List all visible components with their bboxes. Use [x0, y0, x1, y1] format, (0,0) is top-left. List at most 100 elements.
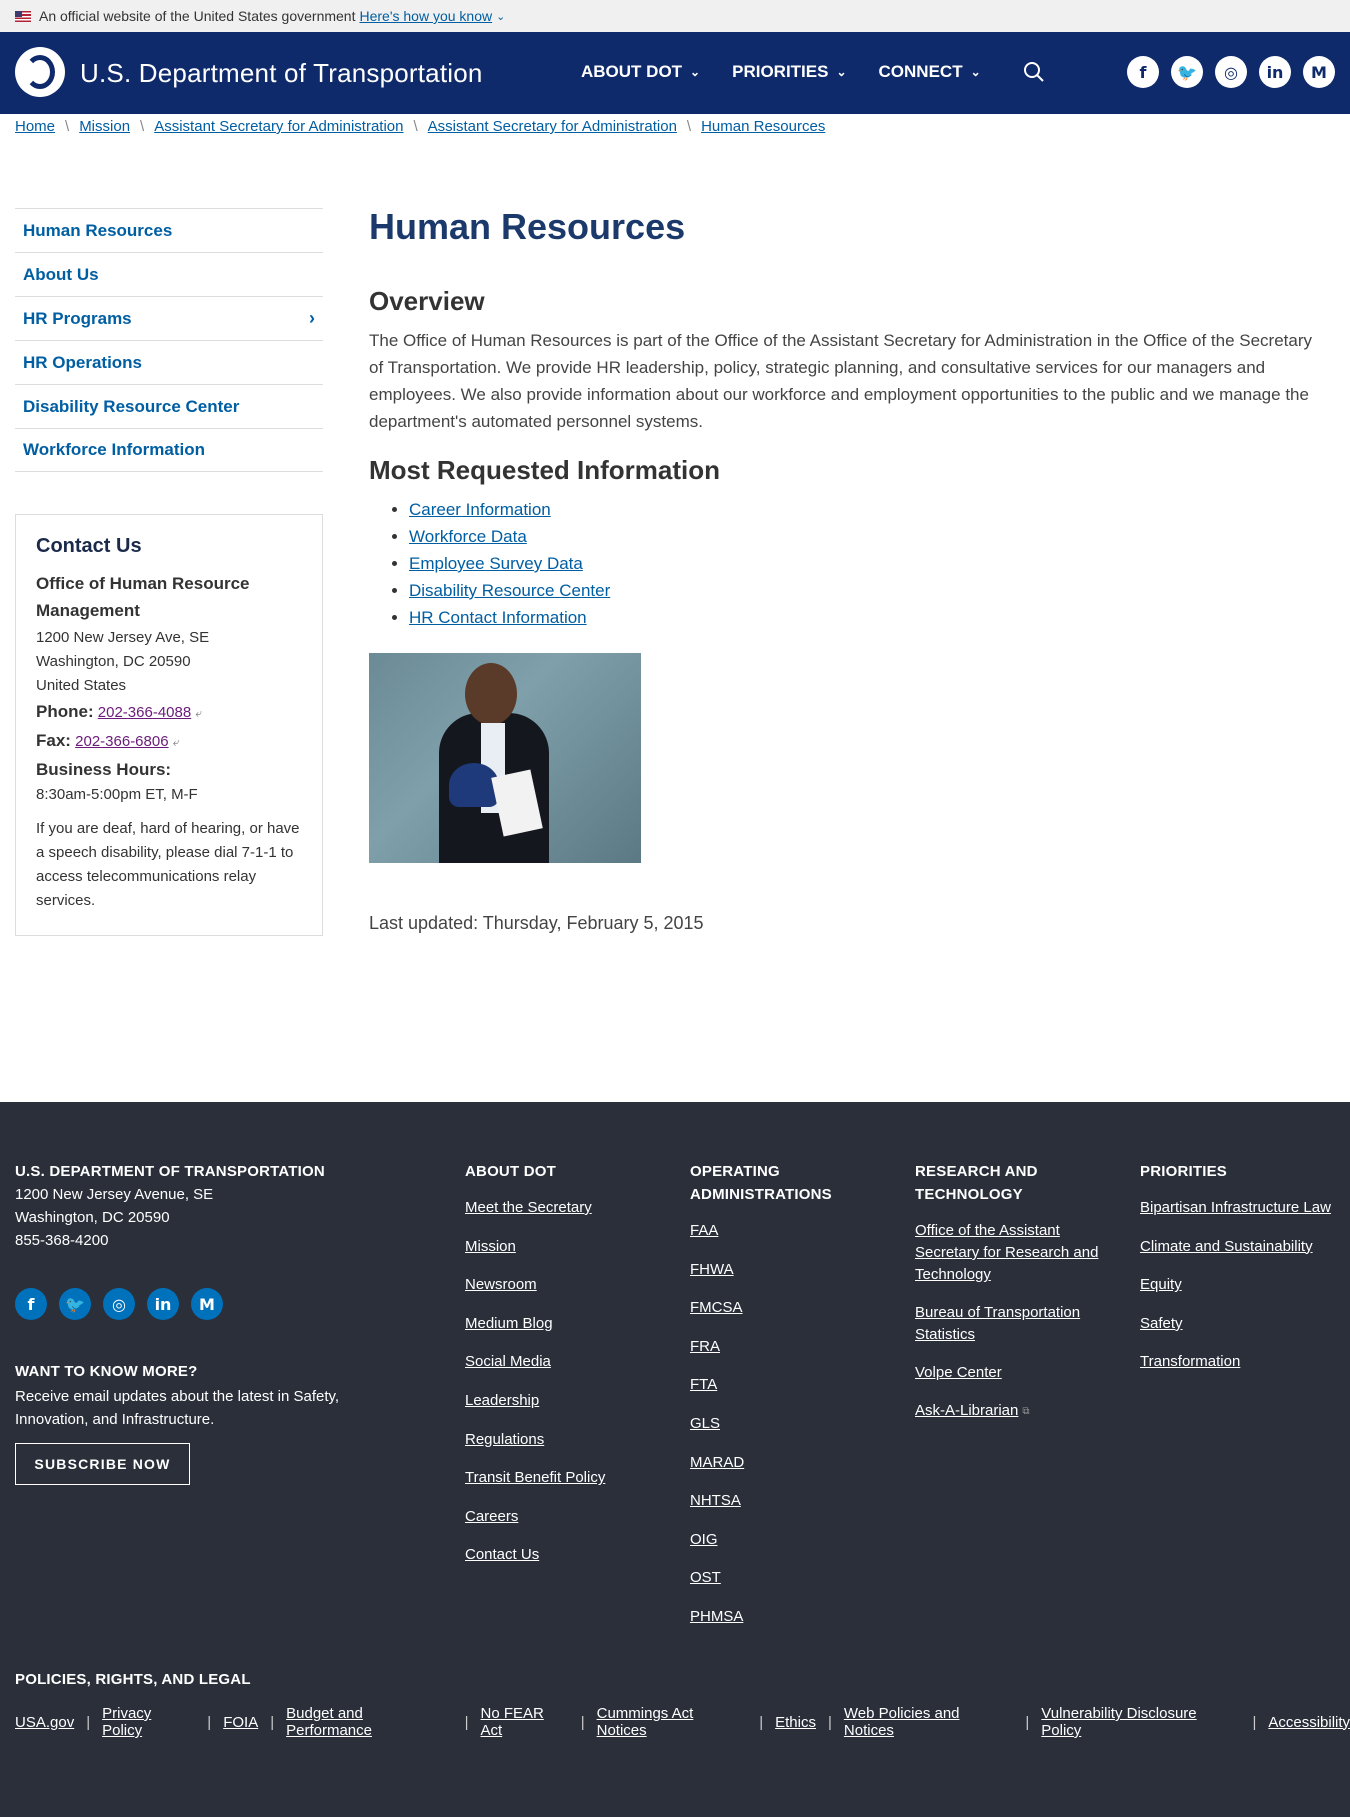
footer-org-col: U.S. DEPARTMENT OF TRANSPORTATION 1200 N…	[15, 1160, 325, 1252]
breadcrumb-home[interactable]: Home	[15, 118, 55, 135]
footer-link[interactable]: Volpe Center	[915, 1362, 1105, 1384]
footer-link[interactable]: Transformation	[1140, 1351, 1340, 1373]
footer-link[interactable]: OIG	[690, 1529, 880, 1551]
nav-about-dot[interactable]: ABOUT DOT ⌄	[581, 62, 700, 82]
footer-link[interactable]: Bipartisan Infrastructure Law	[1140, 1197, 1340, 1219]
phone-icon: ⤶	[195, 706, 203, 720]
career-information-link[interactable]: Career Information	[409, 500, 551, 519]
footer-link[interactable]: Regulations	[465, 1429, 665, 1451]
policy-link[interactable]: Ethics	[775, 1714, 816, 1731]
footer-link[interactable]: Office of the Assistant Secretary for Re…	[915, 1220, 1105, 1286]
footer-link[interactable]: Transit Benefit Policy	[465, 1467, 665, 1489]
main-content: Human Resources Overview The Office of H…	[369, 206, 1319, 934]
list-item: Disability Resource Center	[409, 577, 1319, 604]
policy-link[interactable]: Budget and Performance	[286, 1705, 452, 1739]
policy-link[interactable]: FOIA	[223, 1714, 258, 1731]
footer-link[interactable]: Bureau of Transportation Statistics	[915, 1302, 1105, 1346]
contact-phone-row: Phone: 202-366-4088 ⤶	[36, 702, 203, 721]
footer-link[interactable]: PHMSA	[690, 1606, 880, 1628]
footer-link[interactable]: Contact Us	[465, 1544, 665, 1566]
side-nav-hr-programs[interactable]: HR Programs ›	[15, 296, 323, 340]
side-nav-about-us[interactable]: About Us	[15, 252, 323, 296]
policy-link[interactable]: No FEAR Act	[481, 1705, 569, 1739]
fax-link[interactable]: 202-366-6806	[75, 733, 168, 750]
linkedin-icon[interactable]: in	[147, 1288, 179, 1320]
search-icon[interactable]	[1022, 60, 1046, 84]
footer-link[interactable]: GLS	[690, 1413, 880, 1435]
side-nav-disability-resource-center[interactable]: Disability Resource Center	[15, 384, 323, 428]
dot-logo-icon[interactable]	[15, 47, 65, 97]
footer-opadmin-heading: OPERATING ADMINISTRATIONS	[690, 1163, 832, 1203]
footer-link[interactable]: Mission	[465, 1236, 665, 1258]
subscribe-button[interactable]: SUBSCRIBE NOW	[15, 1443, 190, 1485]
breadcrumb-asst-sec-admin-2[interactable]: Assistant Secretary for Administration	[428, 118, 677, 135]
instagram-icon[interactable]: ◎	[1215, 56, 1247, 88]
disability-resource-center-link[interactable]: Disability Resource Center	[409, 581, 610, 600]
footer-link[interactable]: OST	[690, 1567, 880, 1589]
footer-address: Washington, DC 20590	[15, 1209, 170, 1226]
footer-link[interactable]: Equity	[1140, 1274, 1340, 1296]
footer-link[interactable]: FHWA	[690, 1259, 880, 1281]
side-nav-workforce-information[interactable]: Workforce Information	[15, 428, 323, 472]
footer-link[interactable]: FMCSA	[690, 1297, 880, 1319]
facebook-icon[interactable]: f	[15, 1288, 47, 1320]
footer-link[interactable]: Social Media	[465, 1351, 665, 1373]
heres-how-you-know-link[interactable]: Here's how you know	[359, 8, 492, 24]
policy-link[interactable]: Accessibility	[1268, 1714, 1350, 1731]
chevron-down-icon[interactable]: ⌄	[496, 10, 505, 23]
list-item: Career Information	[409, 496, 1319, 523]
phone-link[interactable]: 202-366-4088	[98, 704, 191, 721]
chevron-right-icon[interactable]: ›	[309, 308, 315, 329]
employee-survey-data-link[interactable]: Employee Survey Data	[409, 554, 583, 573]
breadcrumb: Home \ Mission \ Assistant Secretary for…	[15, 118, 826, 135]
medium-icon[interactable]: M	[1303, 56, 1335, 88]
footer-link[interactable]: Safety	[1140, 1313, 1340, 1335]
requested-heading: Most Requested Information	[369, 455, 721, 485]
medium-icon[interactable]: M	[191, 1288, 223, 1320]
twitter-icon[interactable]: 🐦	[59, 1288, 91, 1320]
breadcrumb-mission[interactable]: Mission	[79, 118, 130, 135]
footer-link[interactable]: FTA	[690, 1374, 880, 1396]
footer-link[interactable]: Leadership	[465, 1390, 665, 1412]
footer-policies: POLICIES, RIGHTS, AND LEGAL USA.gov | Pri…	[15, 1668, 1350, 1739]
footer-link[interactable]: Medium Blog	[465, 1313, 665, 1335]
contact-address-line: 1200 New Jersey Ave, SE	[36, 629, 210, 646]
phone-icon: ⤶	[172, 735, 180, 749]
breadcrumb-human-resources[interactable]: Human Resources	[701, 118, 825, 135]
side-nav-human-resources[interactable]: Human Resources	[15, 208, 323, 252]
main-nav: ABOUT DOT ⌄ PRIORITIES ⌄ CONNECT ⌄	[581, 62, 1013, 82]
policy-link[interactable]: Vulnerability Disclosure Policy	[1041, 1705, 1240, 1739]
policy-link[interactable]: Web Policies and Notices	[844, 1705, 1014, 1739]
footer-link[interactable]: FAA	[690, 1220, 880, 1242]
linkedin-icon[interactable]: in	[1259, 56, 1291, 88]
chevron-down-icon: ⌄	[836, 65, 847, 79]
footer-link[interactable]: Ask-A-Librarian	[915, 1400, 1018, 1422]
breadcrumb-asst-sec-admin[interactable]: Assistant Secretary for Administration	[154, 118, 403, 135]
contact-box: Contact Us Office of Human Resource Mana…	[15, 514, 323, 936]
hr-contact-information-link[interactable]: HR Contact Information	[409, 608, 587, 627]
footer-link[interactable]: Careers	[465, 1506, 665, 1528]
footer-link[interactable]: FRA	[690, 1336, 880, 1358]
footer-link[interactable]: MARAD	[690, 1452, 880, 1474]
nav-connect[interactable]: CONNECT ⌄	[879, 62, 981, 82]
nav-priorities[interactable]: PRIORITIES ⌄	[732, 62, 846, 82]
workforce-data-link[interactable]: Workforce Data	[409, 527, 527, 546]
footer-link[interactable]: NHTSA	[690, 1490, 880, 1512]
footer-research-heading: RESEARCH AND TECHNOLOGY	[915, 1163, 1038, 1203]
site-footer: U.S. DEPARTMENT OF TRANSPORTATION 1200 N…	[0, 1102, 1350, 1817]
policy-link[interactable]: Cummings Act Notices	[597, 1705, 748, 1739]
policy-link[interactable]: USA.gov	[15, 1714, 74, 1731]
twitter-icon[interactable]: 🐦	[1171, 56, 1203, 88]
instagram-icon[interactable]: ◎	[103, 1288, 135, 1320]
list-item: Employee Survey Data	[409, 550, 1319, 577]
site-header: U.S. Department of Transportation ABOUT …	[0, 32, 1350, 114]
footer-link[interactable]: Climate and Sustainability	[1140, 1236, 1340, 1258]
footer-link[interactable]: Meet the Secretary	[465, 1197, 665, 1219]
side-nav-hr-operations[interactable]: HR Operations	[15, 340, 323, 384]
footer-link[interactable]: Newsroom	[465, 1274, 665, 1296]
overview-heading: Overview	[369, 286, 485, 316]
site-title[interactable]: U.S. Department of Transportation	[80, 58, 483, 89]
policy-link[interactable]: Privacy Policy	[102, 1705, 195, 1739]
facebook-icon[interactable]: f	[1127, 56, 1159, 88]
list-item: Workforce Data	[409, 523, 1319, 550]
